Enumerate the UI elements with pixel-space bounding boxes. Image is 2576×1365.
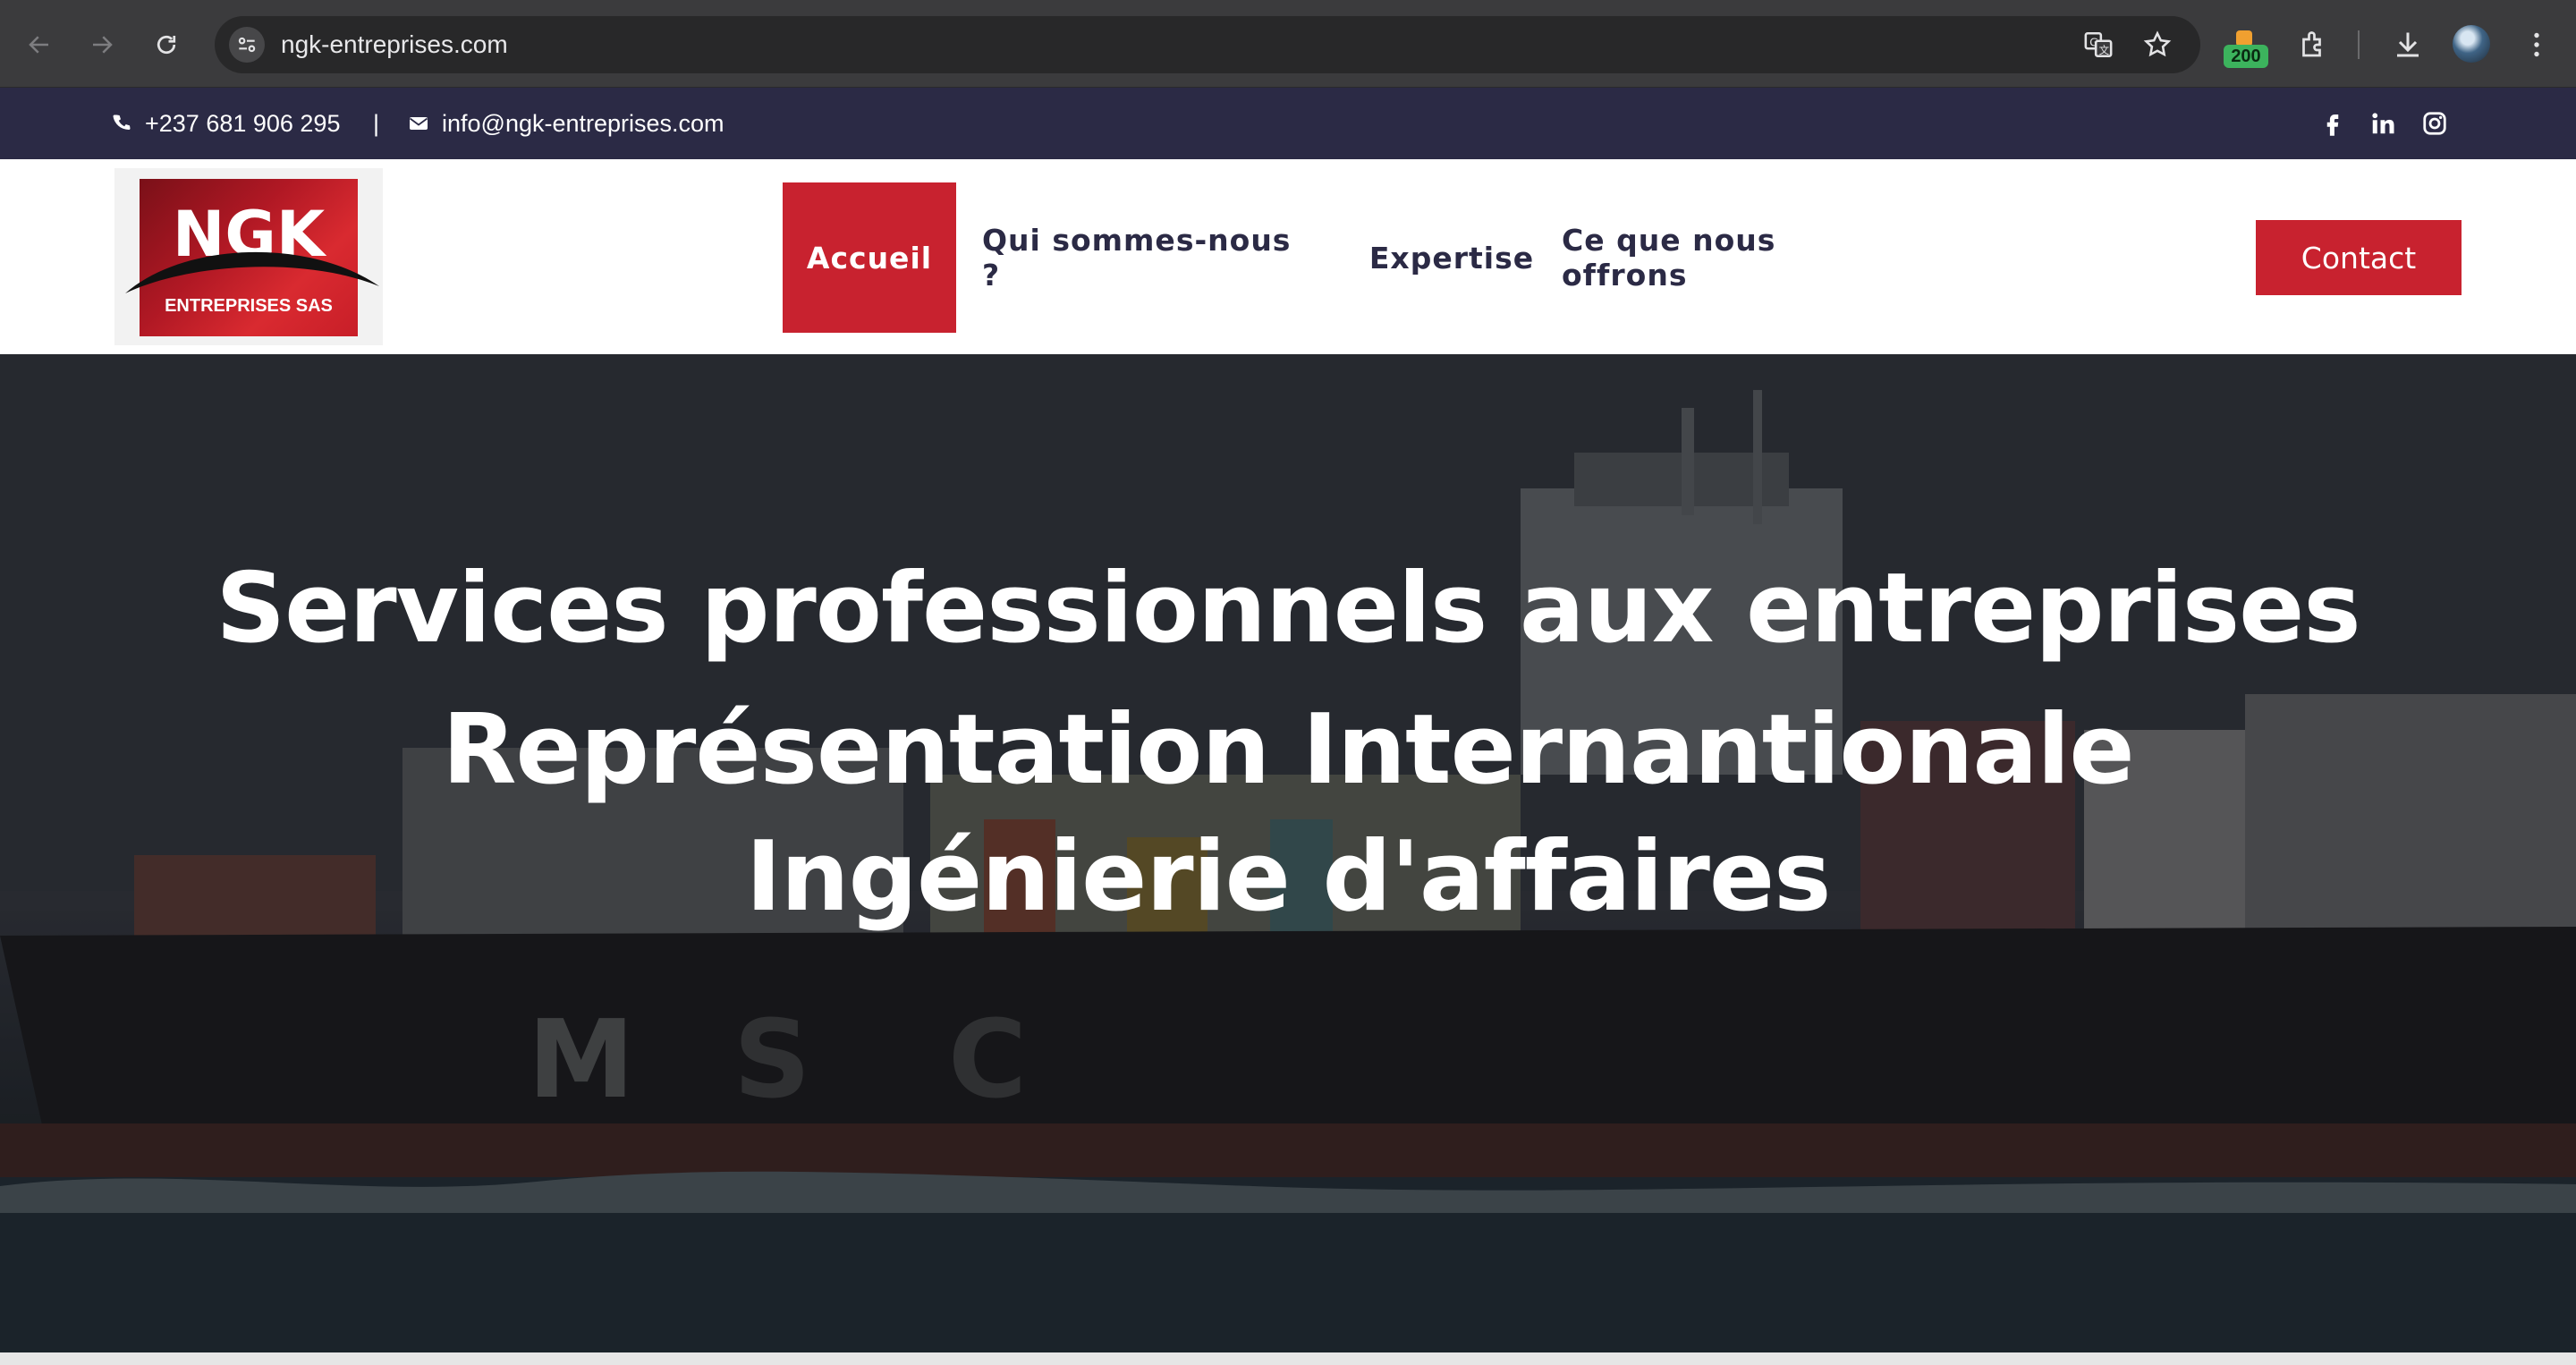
toolbar-divider <box>2358 30 2360 59</box>
logo-swoosh: NGK ENTREPRISES SAS <box>125 198 379 316</box>
hero-section: M S C Services professionnels aux entrep… <box>0 354 2576 1352</box>
hero-heading: Services professionnels aux entreprises … <box>215 549 2361 937</box>
linkedin-link[interactable] <box>2367 107 2399 140</box>
translate-icon: G文 <box>2084 31 2113 58</box>
company-logo: NGK ENTREPRISES SAS <box>125 179 379 336</box>
site-header: NGK ENTREPRISES SAS Accueil Qui sommes-n… <box>0 159 2576 354</box>
back-button[interactable] <box>18 23 61 66</box>
email-contact[interactable]: info@ngk-entreprises.com <box>408 88 724 159</box>
phone-contact[interactable]: +237 681 906 295 <box>111 88 340 159</box>
star-icon <box>2143 30 2172 57</box>
logo-subtitle-text: ENTREPRISES SAS <box>165 296 333 316</box>
browser-toolbar: ngk-entreprises.com G文 200 <box>0 0 2576 88</box>
nav-accueil[interactable]: Accueil <box>783 182 956 333</box>
forward-button[interactable] <box>80 23 123 66</box>
site-settings-icon <box>238 37 256 53</box>
hero-line-representation: Représentation Internantionale <box>442 694 2134 806</box>
translate-button[interactable]: G文 <box>2082 29 2114 61</box>
menu-button[interactable] <box>2517 25 2556 64</box>
address-bar[interactable]: ngk-entreprises.com G文 <box>215 16 2200 73</box>
envelope-icon <box>409 117 428 130</box>
bookmark-button[interactable] <box>2141 29 2174 61</box>
phone-number[interactable]: +237 681 906 295 <box>145 110 340 138</box>
url-text[interactable]: ngk-entreprises.com <box>281 16 508 73</box>
download-icon <box>2397 32 2419 57</box>
contact-button[interactable]: Contact <box>2256 220 2462 295</box>
profile-avatar[interactable] <box>2453 25 2490 63</box>
reload-icon <box>157 35 176 55</box>
reload-button[interactable] <box>145 23 188 66</box>
svg-text:文: 文 <box>2099 44 2109 56</box>
facebook-link[interactable] <box>2317 107 2349 140</box>
phone-icon <box>113 114 131 131</box>
logo-link[interactable]: NGK ENTREPRISES SAS <box>114 168 383 345</box>
top-info-bar: +237 681 906 295 | info@ngk-entreprises.… <box>0 88 2576 159</box>
forward-icon <box>93 36 113 54</box>
web-page: +237 681 906 295 | info@ngk-entreprises.… <box>0 88 2576 1352</box>
extensions-button[interactable] <box>2293 25 2333 64</box>
downloads-button[interactable] <box>2388 25 2428 64</box>
puzzle-icon <box>2302 31 2321 57</box>
more-icon <box>2534 32 2539 57</box>
instagram-link[interactable] <box>2419 107 2451 140</box>
page-bottom-edge <box>0 1352 2576 1365</box>
topbar-separator: | <box>373 110 380 137</box>
back-icon <box>29 36 48 54</box>
nav-expertise[interactable]: Expertise <box>1360 182 1544 333</box>
email-address[interactable]: info@ngk-entreprises.com <box>442 110 724 138</box>
linkedin-icon <box>2372 113 2394 134</box>
nav-ce-que-nous-offrons[interactable]: Ce que nous offrons <box>1562 182 1887 333</box>
extension-badge[interactable]: 200 <box>2224 45 2268 68</box>
nav-qui-sommes-nous[interactable]: Qui sommes-nous ? <box>982 182 1311 333</box>
site-settings-button[interactable] <box>229 27 265 63</box>
facebook-icon <box>2326 114 2339 136</box>
instagram-icon <box>2423 112 2446 135</box>
hero-line-services: Services professionnels aux entreprises <box>216 553 2360 665</box>
hero-line-ingenierie: Ingénierie d'affaires <box>745 821 1832 933</box>
